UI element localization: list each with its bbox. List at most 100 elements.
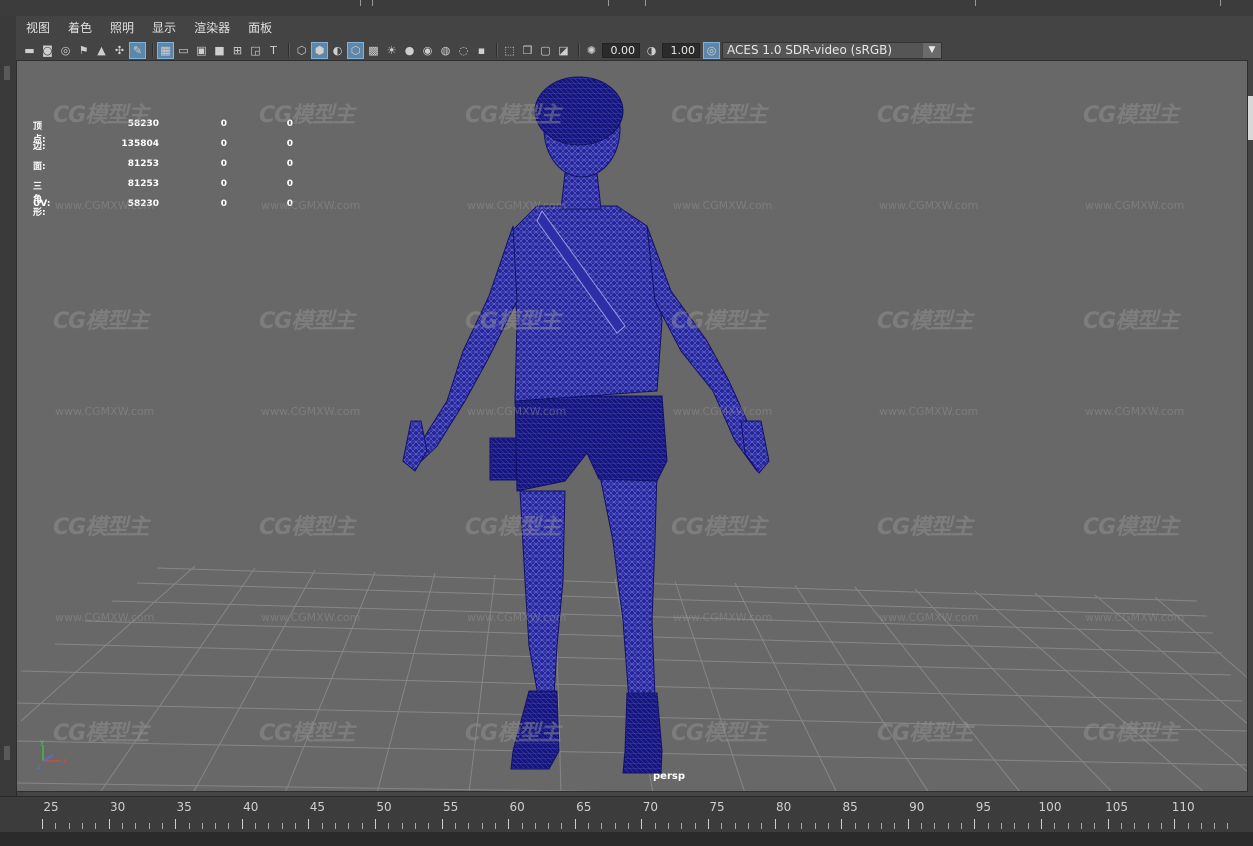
- hud-value: 81253: [127, 179, 159, 189]
- frame-number: 65: [576, 800, 592, 814]
- frame-number: 100: [1038, 800, 1062, 814]
- frame-tick: [282, 823, 283, 829]
- lights-icon[interactable]: ☀: [384, 43, 399, 58]
- time-slider[interactable]: 25 30 35 40 45 50 55 60 65 70 75 80 85 90 95 100 105 110: [0, 796, 1253, 846]
- frame-tick: [402, 823, 403, 829]
- frame-tick: [934, 823, 935, 829]
- frame-tick: [588, 823, 589, 829]
- frame-tick: [495, 823, 496, 829]
- watermark-logo: CG模型主: [671, 515, 767, 540]
- resolution-gate-icon[interactable]: ▣: [194, 43, 209, 58]
- frame-tick: [681, 823, 682, 829]
- frame-tick: [1001, 823, 1002, 829]
- frame-tick: [228, 823, 229, 829]
- watermark-logo: CG模型主: [1083, 309, 1179, 334]
- exposure-icon[interactable]: ✺: [584, 43, 599, 58]
- frame-tick: [1188, 823, 1189, 829]
- gate-mask-icon[interactable]: ■: [212, 43, 227, 58]
- watermark-logo: CG模型主: [53, 515, 149, 540]
- watermark-url: www.CGMXW.com: [673, 199, 773, 212]
- frame-tick: [1028, 823, 1029, 829]
- frame-number: 45: [309, 800, 326, 814]
- camera-attributes-icon[interactable]: ◙: [40, 43, 55, 58]
- hud-label: 面:: [33, 162, 46, 172]
- isolate-select-icon[interactable]: ⬚: [502, 43, 517, 58]
- field-chart-icon[interactable]: ⊞: [230, 43, 245, 58]
- frame-tick: [748, 823, 749, 829]
- frame-tick: [601, 823, 602, 829]
- shadows-icon[interactable]: ●: [402, 43, 417, 58]
- two-d-pan-zoom-icon[interactable]: ✣: [112, 43, 127, 58]
- frame-tick: [335, 823, 336, 829]
- depth-of-field-icon[interactable]: ▪: [474, 43, 489, 58]
- select-camera-icon[interactable]: ▬: [22, 43, 37, 58]
- frame-tick: [428, 823, 429, 829]
- wireframe-icon[interactable]: ⬡: [294, 43, 309, 58]
- smooth-shade-icon[interactable]: ⬢: [311, 41, 328, 59]
- gamma-field[interactable]: 1.00: [662, 42, 700, 58]
- watermark-logo: CG模型主: [53, 721, 149, 746]
- wireframe-on-shaded-icon[interactable]: ⬡: [347, 41, 364, 59]
- anti-aliasing-icon[interactable]: ◌: [456, 43, 471, 58]
- watermark-url: www.CGMXW.com: [261, 405, 361, 418]
- grid-icon[interactable]: ▦: [157, 41, 174, 59]
- grease-pencil-icon[interactable]: ✎: [129, 41, 146, 59]
- viewport-scene: x y z: [17, 76, 1247, 791]
- chevron-down-icon[interactable]: ▼: [923, 42, 941, 58]
- viewport-scrollbar[interactable]: [1248, 96, 1253, 140]
- menu-show[interactable]: 显示: [142, 16, 184, 40]
- frame-tick: [308, 819, 309, 829]
- watermark-url: www.CGMXW.com: [261, 611, 361, 624]
- svg-text:y: y: [40, 738, 44, 746]
- hud-value: 0: [220, 119, 227, 129]
- default-material-icon[interactable]: ◐: [330, 43, 345, 58]
- watermark-url: www.CGMXW.com: [55, 611, 155, 624]
- menu-lighting[interactable]: 照明: [100, 16, 142, 40]
- gamma-icon[interactable]: ◑: [644, 43, 659, 58]
- frame-tick: [561, 823, 562, 829]
- frame-number: 60: [509, 800, 525, 814]
- shelf-grip-handle[interactable]: [4, 66, 10, 80]
- frame-tick: [242, 819, 243, 829]
- menu-panels[interactable]: 面板: [238, 16, 280, 40]
- image-plane-icon[interactable]: ▲: [94, 43, 109, 58]
- color-management-icon[interactable]: ◎: [703, 41, 720, 59]
- frame-tick: [122, 823, 123, 829]
- watermark-logo: CG模型主: [877, 721, 973, 746]
- range-slider-edge: [0, 832, 1253, 846]
- frame-number: 25: [43, 800, 59, 814]
- frame-number: 110: [1171, 800, 1195, 814]
- view-transform-dropdown[interactable]: ACES 1.0 SDR-video (sRGB) ▼: [722, 41, 942, 59]
- hud-label: UV:: [33, 199, 51, 209]
- panel-toolbar: ▬ ◙ ◎ ⚑ ▲ ✣ ✎ ▦ ▭ ▣ ■ ⊞ ◲ T ⬡ ⬢ ◐ ⬡ ▩ ☀ …: [16, 40, 1253, 60]
- motion-blur-icon[interactable]: ◍: [438, 43, 453, 58]
- textured-icon[interactable]: ▩: [366, 43, 381, 58]
- watermark-logo: CG模型主: [465, 515, 561, 540]
- bookmark-flag-icon[interactable]: ⚑: [76, 43, 91, 58]
- menu-view[interactable]: 视图: [16, 16, 58, 40]
- xray-icon[interactable]: ❐: [520, 43, 535, 58]
- safe-title-icon[interactable]: T: [266, 43, 281, 58]
- safe-action-icon[interactable]: ◲: [248, 43, 263, 58]
- frame-tick: [482, 823, 483, 829]
- frame-tick: [1068, 823, 1069, 829]
- xray-joints-icon[interactable]: ▢: [538, 43, 553, 58]
- frame-tick: [375, 819, 376, 829]
- shelf-grip-handle[interactable]: [4, 746, 10, 760]
- perspective-viewport[interactable]: x y z 顶点: 58230 0 0 边: 135804 0 0 面: 812…: [16, 60, 1248, 792]
- frame-tick: [1201, 823, 1202, 829]
- film-gate-icon[interactable]: ▭: [176, 43, 191, 58]
- frame-tick: [628, 823, 629, 829]
- bookmarks-icon[interactable]: ◎: [58, 43, 73, 58]
- frame-tick: [362, 823, 363, 829]
- character-wireframe-mesh: [402, 76, 770, 774]
- watermark-logo: CG模型主: [1083, 721, 1179, 746]
- menu-shading[interactable]: 着色: [58, 16, 100, 40]
- screen-space-ao-icon[interactable]: ◉: [420, 43, 435, 58]
- frame-tick: [109, 819, 110, 829]
- xray-components-icon[interactable]: ◪: [556, 43, 571, 58]
- upper-panel-edge: [0, 0, 1253, 17]
- frame-tick: [948, 823, 949, 829]
- exposure-field[interactable]: 0.00: [602, 42, 640, 58]
- menu-renderer[interactable]: 渲染器: [184, 16, 238, 40]
